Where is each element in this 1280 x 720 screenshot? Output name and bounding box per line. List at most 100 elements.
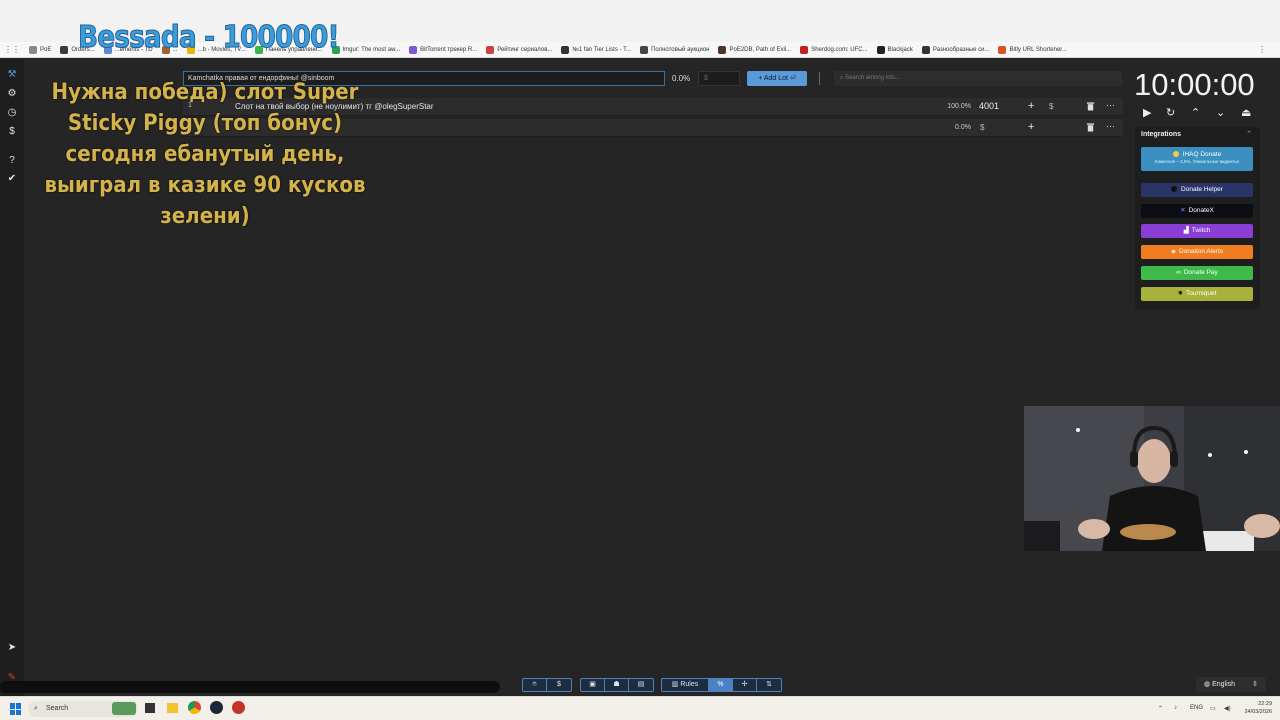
add-lot-label: Add Lot bbox=[763, 75, 788, 82]
donate-helper-label: Donate Helper bbox=[1181, 186, 1223, 193]
clock-time: 22:29 bbox=[1258, 701, 1272, 707]
amount-input[interactable]: $ bbox=[698, 71, 740, 86]
twitch-label: Twitch bbox=[1191, 227, 1211, 234]
mic-icon[interactable]: ♪ bbox=[1174, 705, 1177, 711]
tourniquet-icon: ✸ bbox=[1177, 290, 1184, 297]
bookmark-item[interactable]: Sherdog.com: UFC... bbox=[800, 45, 868, 54]
bookmark-item[interactable]: Imgur: The most aw... bbox=[331, 45, 400, 54]
percent-icon[interactable]: % bbox=[709, 679, 733, 691]
chevron-up-icon[interactable]: ⌃ bbox=[1191, 106, 1200, 119]
clock[interactable]: 22:29 24/03/2026 bbox=[1238, 700, 1272, 716]
donation-alerts-label: Donation Alerts bbox=[1178, 248, 1224, 255]
bookmark-item[interactable]: Рейтинг сериалов... bbox=[486, 45, 553, 54]
collapse-icon[interactable]: ⌃ bbox=[1246, 130, 1252, 138]
save-icon[interactable]: ▣ bbox=[581, 679, 605, 691]
bookmark-label: Blackjack bbox=[887, 46, 913, 53]
ihaq-subtitle: Комиссия – 3,5%. Уникальные виджеты! bbox=[1154, 159, 1240, 164]
bookmark-item[interactable]: №1 fan Tier Lists - T... bbox=[561, 45, 631, 54]
shield-check-icon[interactable]: ✔ bbox=[6, 173, 18, 185]
overlay-donation-message: Нужна победа) слот Super Sticky Piggy (т… bbox=[44, 80, 366, 229]
divider bbox=[819, 72, 820, 85]
currency-label[interactable]: $ bbox=[1049, 102, 1053, 111]
file-explorer-icon[interactable] bbox=[167, 703, 178, 713]
github-icon[interactable]: ⌾ bbox=[523, 679, 547, 691]
sort-icon[interactable]: ⇅ bbox=[757, 679, 781, 691]
trash-icon[interactable] bbox=[1086, 101, 1095, 111]
chevron-down-icon[interactable]: ⌄ bbox=[1216, 106, 1225, 119]
search-placeholder: Search among lots... bbox=[845, 75, 901, 81]
more-icon[interactable]: ··· bbox=[1106, 121, 1115, 131]
network-icon[interactable]: ▭ bbox=[1210, 705, 1216, 712]
keyboard-language[interactable]: ENG bbox=[1190, 705, 1203, 711]
favicon-icon bbox=[800, 45, 809, 54]
integrations-panel: Integrations ⌃ IHAQ Donate Комиссия – 3,… bbox=[1135, 127, 1260, 309]
donate-pay-button[interactable]: ∞ Donate Pay bbox=[1141, 266, 1253, 280]
bookmark-label: Рейтинг сериалов... bbox=[497, 46, 553, 53]
bottom-tools-group-1: ⌾ $ bbox=[522, 678, 572, 692]
eject-icon[interactable]: ⏏ bbox=[1241, 106, 1251, 119]
language-label: English bbox=[1212, 681, 1236, 688]
history-icon[interactable]: ◷ bbox=[6, 107, 18, 119]
favicon-icon bbox=[409, 45, 418, 54]
more-icon[interactable]: ··· bbox=[1106, 100, 1115, 110]
favicon-icon bbox=[561, 45, 570, 54]
rules-button[interactable]: ▥ Rules bbox=[662, 679, 709, 691]
reset-icon[interactable]: ↻ bbox=[1166, 106, 1175, 119]
bookmark-item[interactable]: Полнотовый аукцион bbox=[640, 45, 709, 54]
tourniquet-button[interactable]: ✸ Tourniquet bbox=[1141, 287, 1253, 301]
search-input[interactable]: ⌕ Search among lots... bbox=[834, 71, 1122, 86]
trash-icon[interactable] bbox=[1086, 122, 1095, 132]
book-icon: ▥ bbox=[671, 681, 679, 688]
ihaq-donate-button[interactable]: IHAQ Donate Комиссия – 3,5%. Уникальные … bbox=[1141, 147, 1253, 171]
hammer-icon[interactable]: ⚒ bbox=[6, 69, 18, 81]
volume-icon[interactable]: ◀) bbox=[1224, 705, 1231, 712]
add-amount-icon[interactable]: + bbox=[1028, 121, 1034, 133]
language-select[interactable]: ◍ English ⇳ bbox=[1196, 677, 1266, 692]
bookmark-item[interactable]: Bitly URL Shortener... bbox=[998, 45, 1067, 54]
add-amount-icon[interactable]: + bbox=[1028, 100, 1034, 112]
taskbar: ⌕ Search ⌃ ♪ ENG ▭ ◀) 22:29 24/03/2026 bbox=[0, 696, 1280, 720]
bookmark-item[interactable]: PoE bbox=[29, 45, 52, 54]
overlay-strip bbox=[0, 681, 500, 693]
bookmark-item[interactable]: Разнообразные си... bbox=[921, 45, 989, 54]
currency-label[interactable]: $ bbox=[980, 123, 984, 132]
more-bookmarks-icon[interactable]: ⋮ bbox=[1258, 45, 1266, 54]
bottom-tools-group-3: ▥ Rules % ✢ ⇅ bbox=[661, 678, 782, 692]
twitch-button[interactable]: ▟ Twitch bbox=[1141, 224, 1253, 238]
help-icon[interactable]: ? bbox=[6, 155, 18, 167]
clipboard-icon[interactable]: ▤ bbox=[629, 679, 653, 691]
steam-icon[interactable] bbox=[210, 701, 223, 714]
gear-icon[interactable]: ⚙ bbox=[6, 88, 18, 100]
bookmark-label: PoE bbox=[40, 46, 52, 53]
apps-grid-icon[interactable]: ⋮⋮ bbox=[4, 45, 20, 54]
twitch-icon: ▟ bbox=[1183, 227, 1189, 234]
weather-widget-icon[interactable] bbox=[112, 702, 136, 715]
chrome-icon[interactable] bbox=[188, 701, 201, 714]
windows-start-icon[interactable] bbox=[10, 703, 22, 715]
donation-alerts-button[interactable]: ◈ Donation Alerts bbox=[1141, 245, 1253, 259]
shuffle-icon[interactable]: ✢ bbox=[733, 679, 757, 691]
favicon-icon bbox=[718, 45, 727, 54]
enter-icon: ⏎ bbox=[789, 75, 796, 82]
plus-icon: + bbox=[758, 75, 763, 82]
dollar-icon[interactable]: $ bbox=[6, 126, 18, 138]
bottom-tools-group-2: ▣ ☗ ▤ bbox=[580, 678, 654, 692]
lot-amount[interactable]: 4001 bbox=[979, 101, 999, 111]
overlay-goal-title: Bessada - 100000! bbox=[78, 20, 340, 56]
bot-icon[interactable]: ☗ bbox=[605, 679, 629, 691]
integrations-title: Integrations bbox=[1141, 131, 1182, 138]
donatex-button[interactable]: ✕ DonateX bbox=[1141, 204, 1253, 218]
dollar-icon[interactable]: $ bbox=[547, 679, 571, 691]
bookmark-item[interactable]: PoE2DB, Path of Exil... bbox=[718, 45, 791, 54]
donate-helper-button[interactable]: Donate Helper bbox=[1141, 183, 1253, 197]
favicon-icon bbox=[876, 45, 885, 54]
play-icon[interactable]: ▶ bbox=[1143, 106, 1151, 119]
add-lot-button[interactable]: + Add Lot ⏎ bbox=[747, 71, 807, 86]
chevron-up-icon[interactable]: ⌃ bbox=[1158, 705, 1163, 712]
globe-icon: ◍ bbox=[1204, 681, 1211, 688]
task-view-icon[interactable] bbox=[145, 703, 155, 713]
app-icon[interactable] bbox=[232, 701, 245, 714]
bookmark-item[interactable]: BitTorrent трекер R... bbox=[409, 45, 477, 54]
bookmark-item[interactable]: Blackjack bbox=[876, 45, 913, 54]
telegram-icon[interactable]: ➤ bbox=[6, 642, 18, 654]
